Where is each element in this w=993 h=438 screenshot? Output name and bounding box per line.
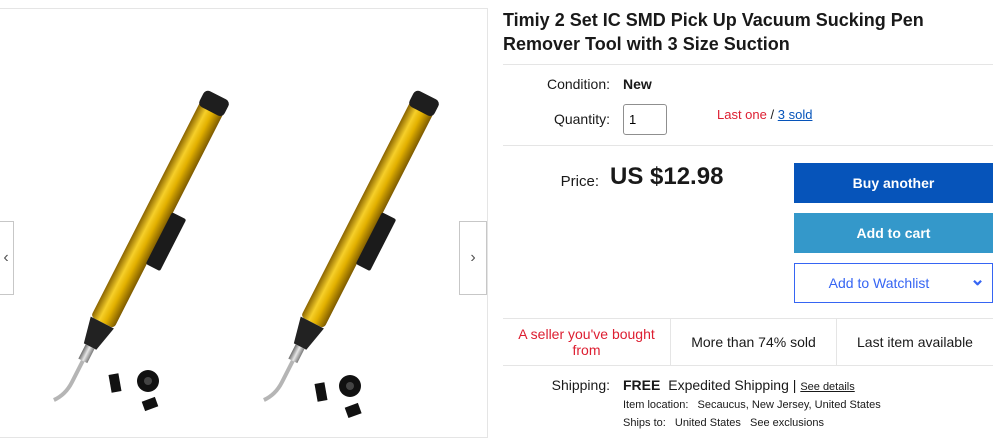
shipping-label: Shipping: [551, 377, 610, 393]
ships-to-label: Ships to: [623, 417, 666, 429]
product-title: Timiy 2 Set IC SMD Pick Up Vacuum Suckin… [503, 10, 924, 54]
shipping-cost: FREE [623, 377, 661, 393]
ships-to: Ships to: United States See exclusions [623, 417, 824, 429]
quantity-input[interactable] [623, 104, 667, 135]
image-gallery [0, 8, 488, 438]
shipping-method: Expedited Shipping [668, 377, 789, 393]
shipping-info: FREE Expedited Shipping | See details [623, 377, 855, 393]
price-value: US $12.98 [610, 163, 724, 190]
suction-cups-left [108, 370, 159, 412]
add-to-watchlist-button[interactable]: Add to Watchlist [794, 263, 964, 303]
see-exclusions-link[interactable]: See exclusions [750, 417, 824, 429]
last-one-text: Last one [717, 107, 767, 122]
price-label: Price: [560, 173, 599, 190]
condition-value: New [623, 76, 652, 92]
add-to-cart-button[interactable]: Add to cart [794, 213, 993, 253]
badge-sold-pct-text: More than 74% sold [691, 334, 816, 350]
add-to-cart-label: Add to cart [856, 225, 931, 241]
divider [503, 145, 993, 146]
suction-cups-right [314, 375, 362, 419]
divider [503, 365, 993, 366]
watchlist-options-button[interactable]: ⌄ [963, 263, 993, 303]
vacuum-pen-left [53, 90, 229, 402]
badge-sold-pct: More than 74% sold [671, 319, 837, 365]
availability-separator: / [770, 107, 775, 122]
quantity-label: Quantity: [553, 111, 610, 127]
gallery-next-button[interactable]: › [459, 221, 487, 295]
product-image[interactable] [0, 9, 488, 429]
gallery-prev-button[interactable]: ‹ [0, 221, 14, 295]
availability-info: Last one / 3 sold [717, 107, 812, 122]
badge-last-item-text: Last item available [857, 334, 973, 350]
shipping-separator: | [792, 377, 797, 393]
item-location: Item location: Secaucus, New Jersey, Uni… [623, 399, 881, 411]
badge-seller-text: A seller you've bought from [518, 326, 655, 358]
chevron-down-icon: ⌄ [969, 268, 986, 289]
chevron-left-icon: ‹ [3, 249, 9, 266]
buy-another-button[interactable]: Buy another [794, 163, 993, 203]
ships-to-value: United States [674, 417, 741, 429]
badge-seller: A seller you've bought from [503, 319, 671, 365]
item-location-label: Item location: [623, 399, 689, 411]
sold-count-link[interactable]: 3 sold [778, 107, 813, 122]
chevron-right-icon: › [470, 249, 476, 266]
vacuum-pen-right [263, 90, 439, 402]
add-to-watchlist-label: Add to Watchlist [828, 275, 930, 291]
condition-label: Condition: [546, 76, 610, 92]
item-location-value: Secaucus, New Jersey, United States [697, 399, 881, 411]
see-details-link[interactable]: See details [800, 381, 854, 393]
divider [503, 64, 993, 65]
buy-another-label: Buy another [852, 175, 935, 191]
badge-last-item: Last item available [837, 319, 993, 365]
